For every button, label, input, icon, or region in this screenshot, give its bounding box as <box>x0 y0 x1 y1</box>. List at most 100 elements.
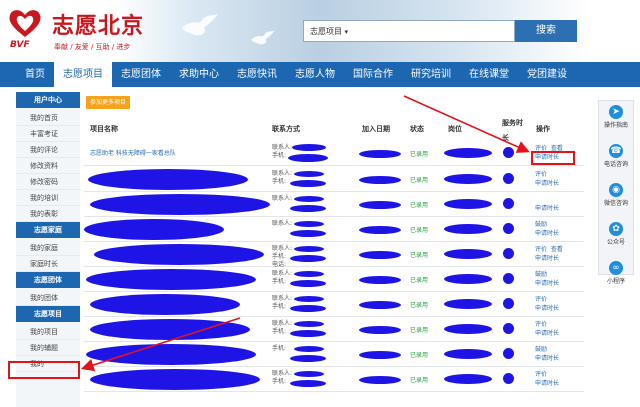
redaction-scribble <box>359 351 401 359</box>
sidebar-item[interactable]: 我的辅题 <box>16 340 80 356</box>
redaction-scribble <box>86 344 256 365</box>
site-title[interactable]: 志愿北京 <box>52 8 144 40</box>
redaction-scribble <box>294 296 324 302</box>
redaction-scribble <box>444 174 492 184</box>
redaction-scribble <box>94 244 264 265</box>
row-action-link[interactable]: 鼓励 <box>535 221 547 228</box>
sidebar-item[interactable]: 家庭时长 <box>16 256 80 272</box>
nav-item[interactable]: 在线课堂 <box>460 62 518 87</box>
redaction-scribble <box>86 269 256 290</box>
table-row: 联系人: 已录用 申请时长 <box>84 192 584 217</box>
table-row: 联系人: 已录用 鼓励 申请时长 <box>84 217 584 242</box>
row-actions: 申请时长 <box>535 195 559 213</box>
nav-item[interactable]: 志愿团体 <box>112 62 170 87</box>
redaction-scribble <box>90 194 270 215</box>
sidebar-item[interactable]: 我的团体 <box>16 290 80 306</box>
nav-item[interactable]: 首页 <box>16 62 54 87</box>
col-status-header: 状态 <box>410 125 424 133</box>
redaction-scribble <box>294 246 324 252</box>
nav-item[interactable]: 党团建设 <box>518 62 576 87</box>
row-action-link[interactable]: 评价 <box>535 371 547 378</box>
col-name-header: 项目名称 <box>90 125 118 133</box>
row-action-link[interactable]: 申请时长 <box>535 330 559 337</box>
right-panel-item[interactable]: ☎ 电话咨询 <box>599 144 633 179</box>
join-more-projects-button[interactable]: 参加更多项目 <box>86 96 131 109</box>
redaction-scribble <box>290 280 326 287</box>
redaction-scribble <box>359 301 401 309</box>
nav-item[interactable]: 志愿项目 <box>54 62 112 87</box>
row-action-link[interactable]: 申请时长 <box>535 230 559 237</box>
redaction-scribble <box>444 199 492 209</box>
row-action-link[interactable]: 申请时长 <box>535 305 559 312</box>
nav-item[interactable]: 志愿人物 <box>286 62 344 87</box>
right-panel-label: 电话咨询 <box>603 161 628 168</box>
redaction-scribble <box>444 274 492 284</box>
right-panel-item[interactable]: ◉ 微信咨询 <box>599 183 633 218</box>
right-panel-label: 公众号 <box>606 239 625 246</box>
redaction-scribble <box>84 219 224 240</box>
right-service-panel: ➤ 操作指南 ☎ 电话咨询 ◉ 微信咨询 ✿ 公众号 ∞ 小程序 <box>598 100 634 285</box>
redaction-scribble <box>503 173 514 184</box>
nav-item[interactable]: 求助中心 <box>170 62 228 87</box>
row-actions: 评价 申请时长 <box>535 320 559 338</box>
right-panel-item[interactable]: ✿ 公众号 <box>599 222 633 257</box>
row-actions: 评价 申请时长 <box>535 295 559 313</box>
row-action-link[interactable]: 申请时长 <box>535 205 559 212</box>
sidebar: 用户中心 我的首页 丰富考证 我的评论 修改资料 修改密码 我的培训 我的表彰 志愿家庭 我的家庭… <box>16 92 80 407</box>
redaction-scribble <box>292 144 326 151</box>
right-panel-label: 操作指南 <box>603 122 628 129</box>
nav-item[interactable]: 志愿快讯 <box>228 62 286 87</box>
row-actions: 评价 申请时长 <box>535 370 559 388</box>
nav-item[interactable]: 国际合作 <box>344 62 402 87</box>
sidebar-item-my-projects[interactable]: 我的项目 <box>16 324 80 340</box>
table-row: 志愿助老 科技无障碍一家看总队 联系人: 手机: 已录用 评价 查看 申请时长 <box>84 141 584 166</box>
row-action-link[interactable]: 鼓励 <box>535 346 547 353</box>
redaction-scribble <box>290 180 326 187</box>
redaction-scribble <box>294 271 324 277</box>
sidebar-item[interactable]: 丰富考证 <box>16 126 80 142</box>
nav-item[interactable]: 研究培训 <box>402 62 460 87</box>
redaction-scribble <box>444 324 492 334</box>
sidebar-item[interactable]: 我的培训 <box>16 190 80 206</box>
search-button[interactable]: 搜索 <box>515 20 577 42</box>
search-bar: 志愿项目 ▾ 搜索 <box>303 20 578 42</box>
row-action-link[interactable]: 申请时长 <box>535 180 559 187</box>
status-badge: 已录用 <box>410 202 429 209</box>
redaction-scribble <box>503 273 514 284</box>
sidebar-item[interactable]: 我的首页 <box>16 110 80 126</box>
row-action-link[interactable]: 申请时长 <box>535 355 559 362</box>
row-action-link[interactable]: 评价 <box>535 246 547 253</box>
search-category[interactable]: 志愿项目 <box>310 27 342 36</box>
brand-slogan: 奉献 / 友爱 / 互助 / 进步 <box>54 43 131 51</box>
row-action-link[interactable]: 申请时长 <box>535 280 559 287</box>
col-position-header: 岗位 <box>448 125 462 133</box>
search-input[interactable]: 志愿项目 ▾ <box>303 20 515 42</box>
sidebar-item[interactable]: 修改密码 <box>16 174 80 190</box>
wechat-icon: ◉ <box>609 183 623 197</box>
row-action-link[interactable]: 评价 <box>535 321 547 328</box>
project-name-link[interactable]: 志愿助老 科技无障碍一家看总队 <box>90 148 176 157</box>
right-panel-item[interactable]: ∞ 小程序 <box>599 261 633 296</box>
sidebar-item[interactable]: 修改资料 <box>16 158 80 174</box>
row-action-link[interactable]: 查看 <box>551 246 563 253</box>
table-row: 联系人: 手机: 已录用 评价 申请时长 <box>84 167 584 192</box>
redaction-scribble <box>503 323 514 334</box>
sidebar-item[interactable]: 我的家庭 <box>16 240 80 256</box>
redaction-scribble <box>444 148 492 158</box>
row-action-link[interactable]: 评价 <box>535 171 547 178</box>
redaction-scribble <box>294 171 324 177</box>
row-action-link[interactable]: 鼓励 <box>535 271 547 278</box>
paper-plane-icon: ➤ <box>609 105 623 119</box>
redaction-scribble <box>290 330 326 337</box>
redaction-scribble <box>503 373 514 384</box>
row-action-link[interactable]: 评价 <box>535 296 547 303</box>
row-actions: 评价 查看申请时长 <box>535 245 563 263</box>
row-action-link[interactable]: 申请时长 <box>535 380 559 387</box>
sidebar-item[interactable]: 我的评论 <box>16 142 80 158</box>
weibo-icon: ✿ <box>609 222 623 236</box>
sidebar-item[interactable]: 我的表彰 <box>16 206 80 222</box>
table-row: 联系人: 手机: 已录用 评价 申请时长 <box>84 317 584 342</box>
table-row: 联系人: 手机: 已录用 评价 申请时长 <box>84 292 584 317</box>
row-action-link[interactable]: 申请时长 <box>535 255 559 262</box>
right-panel-item[interactable]: ➤ 操作指南 <box>599 105 633 140</box>
